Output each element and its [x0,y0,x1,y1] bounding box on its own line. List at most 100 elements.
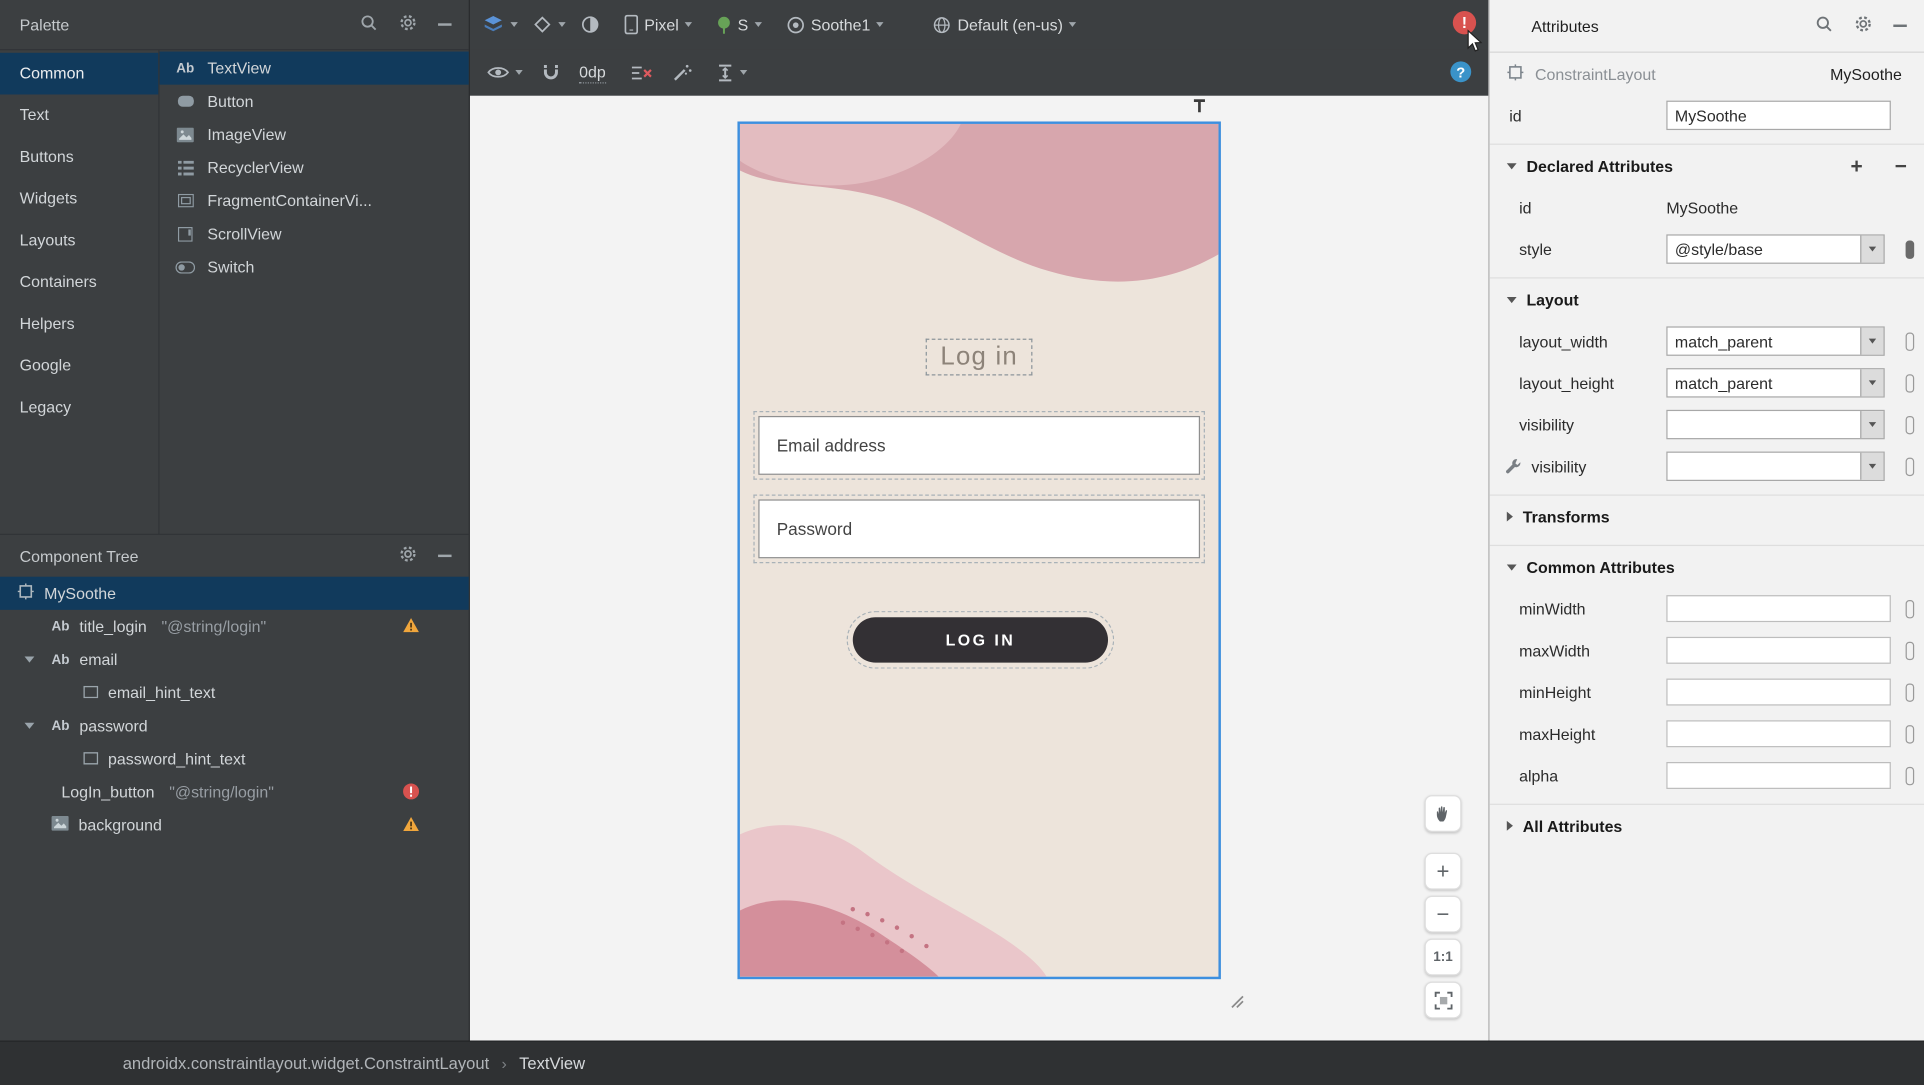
tree-item-password[interactable]: Ab password [0,709,469,742]
device-selector[interactable]: Pixel [624,14,693,35]
error-icon[interactable] [402,783,420,804]
pick-marker-icon[interactable] [1905,725,1915,744]
design-canvas[interactable]: Log in Email address Password LOG IN + −… [469,95,1489,1041]
tree-item-email-hint-text[interactable]: email_hint_text [0,676,469,709]
pick-marker-icon[interactable] [1905,457,1915,477]
palette-category-text[interactable]: Text [0,94,158,136]
section-transforms[interactable]: Transforms [1489,494,1924,537]
minheight-input[interactable] [1666,678,1891,706]
resize-handle[interactable] [1228,993,1244,1013]
tree-item-mysoothe[interactable]: MySoothe [0,576,469,610]
search-icon[interactable] [360,13,378,35]
theme-selector[interactable]: Soothe1 [786,15,884,34]
tree-item-password-hint-text[interactable]: password_hint_text [0,742,469,775]
attr-row-maxheight[interactable]: maxHeight [1490,713,1924,755]
attr-row-maxwidth[interactable]: maxWidth [1490,629,1924,671]
attr-row-minheight[interactable]: minHeight [1490,671,1924,713]
device-screen-preview[interactable]: Log in Email address Password LOG IN [737,121,1221,980]
gear-icon[interactable] [399,13,417,35]
pick-marker-icon[interactable] [1905,332,1915,351]
gear-icon[interactable] [1854,15,1872,37]
gear-icon[interactable] [399,545,417,567]
locale-selector[interactable]: Default (en-us) [933,15,1077,34]
alpha-input[interactable] [1666,761,1891,789]
zoom-in-button[interactable]: + [1424,852,1462,890]
palette-item-switch[interactable]: Switch [160,250,469,283]
id-input[interactable]: MySoothe [1666,100,1891,131]
palette-item-recyclerview[interactable]: RecyclerView [160,151,469,184]
autoconnect-button[interactable] [542,63,559,81]
minimize-icon[interactable] [438,23,452,26]
breadcrumb-textview[interactable]: TextView [519,1054,585,1072]
view-options-button[interactable] [487,65,523,80]
night-mode-button[interactable] [580,15,600,35]
attr-row-layout-width[interactable]: layout_width match_parent [1490,320,1924,362]
help-icon[interactable]: ? [1450,61,1472,83]
maxheight-input[interactable] [1666,720,1891,748]
search-icon[interactable] [1815,15,1833,37]
warning-icon[interactable] [402,816,419,836]
pick-marker-icon[interactable] [1905,600,1915,619]
attr-row-alpha[interactable]: alpha [1490,755,1924,797]
dropdown-button[interactable] [1860,235,1884,263]
pan-hand-button[interactable] [1424,795,1462,832]
style-combo[interactable]: @style/base [1666,234,1885,264]
tree-item-login-button[interactable]: LogIn_button "@string/login" [0,775,469,808]
design-surface-button[interactable] [482,15,518,35]
palette-category-layouts[interactable]: Layouts [0,220,158,262]
add-attribute-button[interactable]: + [1851,155,1863,176]
default-margins-button[interactable]: 0dp [579,62,606,83]
breadcrumb-constraintlayout[interactable]: androidx.constraintlayout.widget.Constra… [123,1054,490,1072]
login-title-text[interactable]: Log in [925,338,1033,376]
zoom-100-button[interactable]: 1:1 [1424,938,1462,976]
attr-row-layout-height[interactable]: layout_height match_parent [1490,362,1924,404]
zoom-fit-button[interactable] [1424,981,1462,1019]
zoom-out-button[interactable]: − [1424,895,1462,933]
clear-constraints-button[interactable] [630,64,652,81]
layout-height-combo[interactable]: match_parent [1666,368,1885,398]
palette-category-legacy[interactable]: Legacy [0,387,158,429]
section-layout[interactable]: Layout [1489,277,1924,320]
palette-category-widgets[interactable]: Widgets [0,178,158,220]
section-all-attributes[interactable]: All Attributes [1489,803,1924,847]
tree-item-title-login[interactable]: Ab title_login "@string/login" [0,610,469,643]
infer-constraints-button[interactable] [672,63,692,83]
orientation-button[interactable] [533,15,566,35]
palette-item-textview[interactable]: Ab TextView [159,51,469,85]
attr-row-style[interactable]: style @style/base [1490,228,1924,270]
section-declared-attributes[interactable]: Declared Attributes + − [1489,143,1924,187]
pick-marker-icon[interactable] [1905,766,1915,786]
attr-row-id[interactable]: id MySoothe [1490,187,1924,229]
pick-marker-icon[interactable] [1905,374,1915,393]
tree-item-background[interactable]: background [0,809,469,842]
minwidth-input[interactable] [1666,595,1891,623]
api-selector[interactable]: S [717,15,762,34]
pick-marker-icon[interactable] [1905,683,1915,702]
warning-icon[interactable] [402,617,419,637]
pick-marker-icon[interactable] [1905,641,1915,661]
palette-item-imageview[interactable]: ImageView [160,118,469,151]
chevron-down-icon[interactable] [24,656,35,663]
attr-value[interactable]: MySoothe [1666,198,1738,216]
dropdown-button[interactable] [1860,411,1884,439]
maxwidth-input[interactable] [1666,636,1891,664]
attr-row-visibility[interactable]: visibility [1490,404,1924,446]
palette-item-scrollview[interactable]: ScrollView [160,217,469,250]
attr-row-minwidth[interactable]: minWidth [1490,588,1924,630]
login-button[interactable]: LOG IN [846,611,1115,669]
remove-attribute-button[interactable]: − [1895,155,1907,176]
pack-align-button[interactable] [716,63,747,81]
pick-marker-icon[interactable] [1905,415,1915,435]
minimize-icon[interactable] [438,554,452,558]
palette-category-buttons[interactable]: Buttons [0,136,158,178]
pick-marker-icon[interactable] [1905,240,1915,259]
palette-category-google[interactable]: Google [0,345,158,387]
dropdown-button[interactable] [1860,452,1884,480]
dropdown-button[interactable] [1860,369,1884,397]
password-field[interactable]: Password [753,494,1205,564]
palette-category-common[interactable]: Common [0,52,159,95]
section-common-attributes[interactable]: Common Attributes [1489,544,1924,588]
palette-item-button[interactable]: Button [160,85,469,118]
visibility-combo[interactable] [1666,409,1885,440]
attr-row-tools-visibility[interactable]: visibility [1490,445,1924,487]
